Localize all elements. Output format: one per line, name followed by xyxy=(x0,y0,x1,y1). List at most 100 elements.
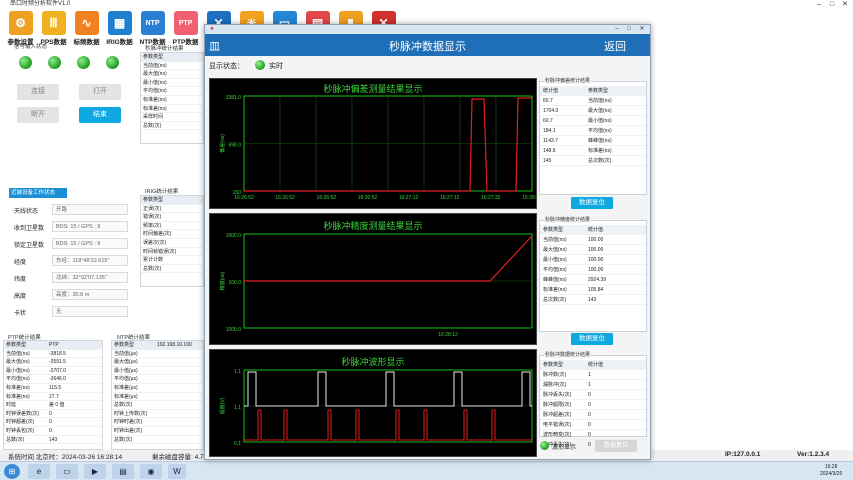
disconnect-button[interactable]: 断开 xyxy=(17,107,59,123)
ip-address: IP:127.0.0.1 xyxy=(725,451,761,458)
ntp-stats-table: 参数类型 192.168.10.100 当前值(μs) 最大值(μs) 最小值(μs) 平… xyxy=(111,340,204,450)
ntp-stats-key: 总数(次) xyxy=(114,436,133,443)
ptp-stats-table: 参数类型 PTP 当前值(ns) -3818.5 最大值(ns) -3591.5 最小值(n… xyxy=(3,340,103,450)
toolbar-button-4[interactable]: NTP NTP数据 xyxy=(138,9,167,46)
dialog-maximize-button[interactable]: □ xyxy=(624,26,634,33)
precision-stats-row: 标准差(ns) 105.84 xyxy=(540,285,646,295)
dialog-minimize-button[interactable]: – xyxy=(612,26,622,33)
ptp-stats-row: 标准差(ns) 115.5 xyxy=(4,384,102,393)
ntp-stats-key: 参数类型 xyxy=(114,342,135,348)
precision-stats-cell: 总次数(次) xyxy=(543,297,567,303)
tray-date: 2024/3/26 xyxy=(820,471,843,477)
deviation-stats-cell: 1143.7 xyxy=(543,138,558,144)
ptp-stats-key: 当前值(ns) xyxy=(6,350,30,357)
toolbar-button-0[interactable]: ⚙ 参数设置 xyxy=(6,9,35,46)
taskbar-app-icon[interactable]: ▤ xyxy=(112,464,134,479)
taskbar-chrome-icon[interactable]: ◉ xyxy=(140,464,162,479)
ntp-stats-row: 当前值(μs) xyxy=(112,350,203,359)
deviation-reset-button[interactable]: 数据复位 xyxy=(571,197,613,209)
measured-waveform xyxy=(244,409,532,441)
dialog-app-icon: ● xyxy=(210,26,214,32)
precision-stats-table: 秒脉冲精度统计结果 参数类型 统计值 当前值(ns) 100.00 最大值(ns) 100… xyxy=(539,216,647,332)
ptp-stats-key: 时延 xyxy=(6,402,17,409)
irig-stats-row: 误差次(次) xyxy=(141,239,203,248)
finish-button[interactable]: 结束 xyxy=(79,107,121,123)
deviation-stats-cell: 总次数(次) xyxy=(588,158,612,164)
maximize-button[interactable]: □ xyxy=(826,0,838,9)
pps-stats-key: 采样时间 xyxy=(143,114,164,121)
toolbar-button-1[interactable]: Ⅲ PPS数据 xyxy=(39,9,68,46)
pulse-stats-cell: 1 xyxy=(588,372,591,378)
irig-stats-key: 总数(次) xyxy=(143,265,162,272)
dialog-close-button[interactable]: ✕ xyxy=(637,26,647,33)
pps-stats-row: 标准差(ns) xyxy=(141,105,203,114)
ptp-stats-key: 最大值(ns) xyxy=(6,359,30,366)
signal-led-2 xyxy=(48,56,61,69)
ntp-stats-key: 时钟出差(次) xyxy=(114,427,143,434)
precision-reset-button[interactable]: 数据复位 xyxy=(571,333,613,345)
taskbar-folder-icon[interactable]: ▭ xyxy=(56,464,78,479)
system-time: 系统时间 北京时：2024-03-26 16:28:14 xyxy=(8,454,123,461)
precision-stats-cell: 平均值(ns) xyxy=(543,267,567,273)
waveform-toggle[interactable] xyxy=(540,441,549,450)
ptp-stats-value: -3591.5 xyxy=(49,359,66,366)
ptp-stats-key: 时钟丢包(次) xyxy=(6,427,35,434)
ptp-stats-key: 总数(次) xyxy=(6,436,25,443)
taskbar-media-icon[interactable]: ▶ xyxy=(84,464,106,479)
ptp-stats-row: 标准差(ns) 27.7 xyxy=(4,393,102,402)
device-field-label: 收到卫星数 xyxy=(14,226,45,232)
close-button[interactable]: ✕ xyxy=(839,0,851,9)
precision-stats-cell: 参数类型 xyxy=(543,227,564,233)
toolbar-button-5[interactable]: PTP PTP数据 xyxy=(171,9,200,46)
ptp-stats-value: -3646.0 xyxy=(49,376,66,383)
ptp-stats-value: 143 xyxy=(49,436,58,443)
precision-stats-cell: 100.00 xyxy=(588,247,604,253)
device-field-value: 北纬：32°02'07.135" xyxy=(52,272,128,283)
ntp-stats-key: 当前值(μs) xyxy=(114,350,138,357)
deviation-stats-cell: 148.6 xyxy=(543,148,556,154)
irig-stats-key: 时间偏差(次) xyxy=(143,231,172,238)
dialog-menu-button[interactable]: 皿 xyxy=(209,38,220,54)
irig-stats-row: 时间帧错误(次) xyxy=(141,248,203,257)
pps-stats-row: 当前值(ns) xyxy=(141,62,203,71)
y-axis-label: 偏差(ns) xyxy=(219,134,226,153)
device-field-value: 开路 xyxy=(52,204,128,215)
ptp-stats-key: 标准差(ns) xyxy=(6,393,30,400)
pps-stats-table: 参数类型 当前值(ns) 最大值(ns) 最小值(ns) 平均值(ns) 标准差(ns) 标… xyxy=(140,52,204,144)
tray-clock[interactable]: 16:28 2024/3/26 xyxy=(820,464,842,478)
x-tick-label: 16:26:52 xyxy=(275,195,295,201)
toolbar-label-3: IRIG数据 xyxy=(106,39,133,46)
taskbar-ie-icon[interactable]: e xyxy=(28,464,50,479)
ntp-stats-row: 最大值(μs) xyxy=(112,358,203,367)
pps-stats-key: 参数类型 xyxy=(143,54,164,60)
toolbar-icon-5: PTP xyxy=(173,11,198,35)
ptp-stats-value: 0 xyxy=(49,427,52,434)
open-button[interactable]: 打开 xyxy=(79,84,121,100)
precision-stats-cell: 100.00 xyxy=(588,237,604,243)
pulse-stats-cell: 0 xyxy=(588,402,591,408)
irig-stats-key: 累计计数 xyxy=(143,257,164,264)
display-state-led xyxy=(255,60,265,70)
ptp-stats-value: PTP xyxy=(49,342,59,348)
connect-button[interactable]: 连接 xyxy=(17,84,59,100)
taskbar-word-icon[interactable]: W xyxy=(168,464,186,479)
tray-time: 16:28 xyxy=(824,464,838,470)
toolbar-button-2[interactable]: ∿ 标频数据 xyxy=(72,9,101,46)
ntp-stats-key: 标准差(μs) xyxy=(114,384,138,391)
pps-stats-row: 总数(次) xyxy=(141,122,203,131)
deviation-stats-cell: 平均值(ns) xyxy=(588,128,612,134)
irig-stats-row: 累计计数 xyxy=(141,256,203,265)
device-status-tab[interactable]: 近端设备工作状态 xyxy=(9,188,67,198)
minimize-button[interactable]: – xyxy=(813,0,825,9)
precision-stats-row: 最小值(ns) 100.00 xyxy=(540,255,646,265)
signal-led-4 xyxy=(106,56,119,69)
irig-stats-key: 正误(次) xyxy=(143,205,162,212)
ntp-stats-row: 时钟时差(次) xyxy=(112,418,203,427)
toolbar-button-3[interactable]: ▦ IRIG数据 xyxy=(105,9,134,46)
device-field-value: BDS: 15 / GPS : 9 xyxy=(52,221,128,232)
back-button[interactable]: 返回 xyxy=(604,38,626,54)
waveform-reset-button[interactable]: 数据复位 xyxy=(595,440,637,452)
irig-stats-key: 错误(次) xyxy=(143,214,162,221)
precision-stats-cell: 峰峰值(ns) xyxy=(543,277,567,283)
start-icon[interactable]: ⊞ xyxy=(4,464,20,479)
